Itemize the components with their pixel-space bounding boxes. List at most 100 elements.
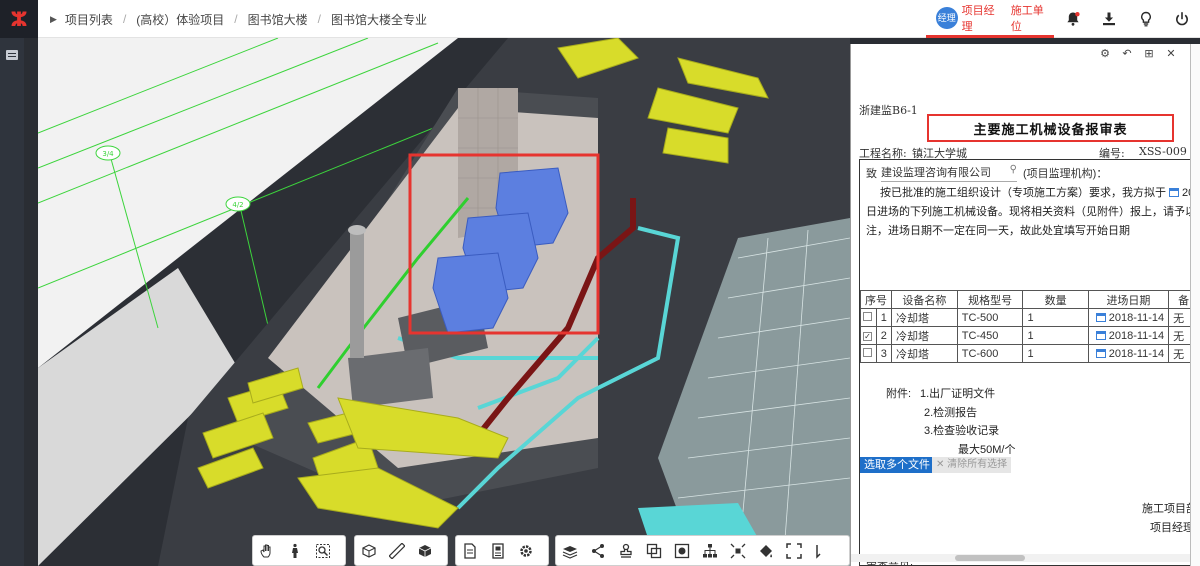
row-model: TC-450	[956, 326, 1024, 345]
entry-date-input[interactable]: 2018-1	[1182, 187, 1190, 199]
row-date[interactable]: 2018-11-14	[1087, 308, 1170, 327]
settings-button[interactable]	[512, 536, 540, 565]
horizontal-scrollbar[interactable]	[851, 554, 1190, 562]
col-name: 设备名称	[891, 290, 958, 309]
hierarchy-button[interactable]	[696, 536, 724, 565]
toolbar-group-info	[455, 535, 549, 566]
avatar: 经理	[936, 6, 958, 29]
table-row: 1 冷却塔 TC-500 1 2018-11-14 无	[860, 308, 1190, 327]
clear-selection-label: 清除所有选择	[947, 459, 1008, 470]
scrollbar-thumb[interactable]	[955, 555, 1025, 561]
expand-icon[interactable]: ⊞	[1142, 46, 1156, 60]
hierarchy-icon	[703, 543, 717, 557]
explode-icon	[730, 543, 746, 558]
row-qty: 1	[1022, 308, 1089, 327]
select-files-button[interactable]: 选取多个文件	[860, 457, 934, 473]
box-icon	[418, 544, 432, 557]
paint-icon	[760, 544, 773, 557]
row-model-text: TC-600	[961, 347, 999, 360]
stamp-icon	[620, 543, 632, 558]
more-button[interactable]	[808, 536, 836, 565]
calendar-icon[interactable]	[1095, 348, 1106, 358]
sidebar-menu-icon[interactable]	[6, 50, 18, 60]
row-date[interactable]: 2018-11-14	[1087, 344, 1170, 363]
properties-icon	[492, 542, 504, 559]
to-suffix: (项目监理机构)：	[1023, 168, 1108, 180]
row-note-text: 无	[1173, 312, 1185, 325]
row-no: 1	[875, 308, 892, 327]
box-button[interactable]	[411, 536, 439, 565]
search-icon[interactable]: ⚲	[1010, 164, 1017, 180]
fullscreen-button[interactable]	[780, 536, 808, 565]
panel-window-controls: ⚙ ↶ ⊞ ✕	[1098, 46, 1178, 60]
close-icon[interactable]: ✕	[1164, 46, 1178, 60]
cube-section-icon	[362, 543, 376, 558]
row-date[interactable]: 2018-11-14	[1087, 326, 1170, 345]
panel-settings-icon[interactable]: ⚙	[1098, 46, 1112, 60]
sign-department: 施工项目部	[1142, 503, 1190, 515]
row-equipment-name-text: 冷却塔	[896, 330, 929, 343]
stamp-button[interactable]	[612, 536, 640, 565]
gesture-button[interactable]	[253, 536, 281, 565]
row-equipment-name-text: 冷却塔	[896, 312, 929, 325]
row-note: 无	[1168, 344, 1190, 363]
paint-button[interactable]	[752, 536, 780, 565]
walk-button[interactable]	[281, 536, 309, 565]
tips-button[interactable]	[1129, 0, 1163, 38]
calendar-icon[interactable]	[1095, 330, 1106, 340]
explode-button[interactable]	[724, 536, 752, 565]
clear-selection-button[interactable]: ✕ 清除所有选择	[932, 457, 1012, 473]
calendar-icon[interactable]	[1169, 188, 1179, 197]
breadcrumb-project[interactable]: (高校）体验项目	[136, 11, 224, 28]
layers-icon	[562, 545, 578, 559]
checkbox[interactable]	[863, 347, 872, 357]
top-header: ⵣ ▶ 项目列表 / (高校）体验项目 / 图书馆大楼 / 图书馆大楼全专业 经…	[0, 0, 1200, 38]
checkbox[interactable]: ✓	[863, 331, 872, 341]
sign-role: 项目经理	[1150, 522, 1191, 534]
breadcrumb: ▶ 项目列表 / (高校）体验项目 / 图书馆大楼 / 图书馆大楼全专业	[50, 11, 427, 28]
row-equipment-name: 冷却塔	[891, 326, 958, 345]
addressee-value: 建设监理咨询有限公司	[881, 167, 991, 179]
vertical-scrollbar[interactable]	[1191, 44, 1200, 566]
row-qty: 1	[1022, 326, 1089, 345]
breadcrumb-project-list[interactable]: 项目列表	[65, 11, 113, 28]
row-checkbox[interactable]	[860, 308, 877, 327]
isolate-icon	[674, 543, 690, 558]
download-icon	[1103, 12, 1115, 26]
row-note-text: 无	[1173, 330, 1185, 343]
breadcrumb-arrow-icon: ▶	[50, 13, 57, 24]
col-model: 规格型号	[956, 290, 1024, 309]
properties-button[interactable]	[484, 536, 512, 565]
app-logo[interactable]: ⵣ	[0, 0, 38, 38]
attachment-2: 2.检测报告	[924, 407, 978, 419]
download-button[interactable]	[1092, 0, 1126, 38]
bim-model-scene[interactable]: 3/4 4/2	[38, 38, 850, 566]
row-equipment-name: 冷却塔	[891, 344, 958, 363]
row-checkbox[interactable]: ✓	[860, 326, 877, 345]
overlap-button[interactable]	[640, 536, 668, 565]
back-icon[interactable]: ↶	[1120, 46, 1134, 60]
row-date-text: 2018-11-14	[1108, 347, 1165, 360]
zoom-box-button[interactable]	[309, 536, 337, 565]
to-prefix: 致	[866, 168, 877, 180]
breadcrumb-building[interactable]: 图书馆大楼	[248, 11, 308, 28]
measure-button[interactable]	[383, 536, 411, 565]
bim-3d-viewport[interactable]: 3/4 4/2	[38, 38, 850, 566]
section-button[interactable]	[355, 536, 383, 565]
row-model: TC-500	[956, 308, 1024, 327]
share-icon	[592, 543, 604, 558]
addressee-field[interactable]: 建设监理咨询有限公司 ⚲	[881, 164, 1017, 182]
row-checkbox[interactable]	[860, 344, 877, 363]
layers-button[interactable]	[556, 536, 584, 565]
calendar-icon[interactable]	[1095, 312, 1106, 322]
logout-button[interactable]	[1165, 0, 1199, 38]
share-button[interactable]	[584, 536, 612, 565]
notifications-button[interactable]	[1056, 0, 1090, 38]
breadcrumb-model[interactable]: 图书馆大楼全专业	[331, 11, 427, 28]
document-button[interactable]	[456, 536, 484, 565]
checkbox[interactable]	[863, 311, 872, 321]
row-model: TC-600	[956, 344, 1024, 363]
user-role-switcher[interactable]: 经理 项目经理 施工单位	[926, 0, 1054, 38]
row-note-text: 无	[1173, 348, 1185, 361]
isolate-button[interactable]	[668, 536, 696, 565]
